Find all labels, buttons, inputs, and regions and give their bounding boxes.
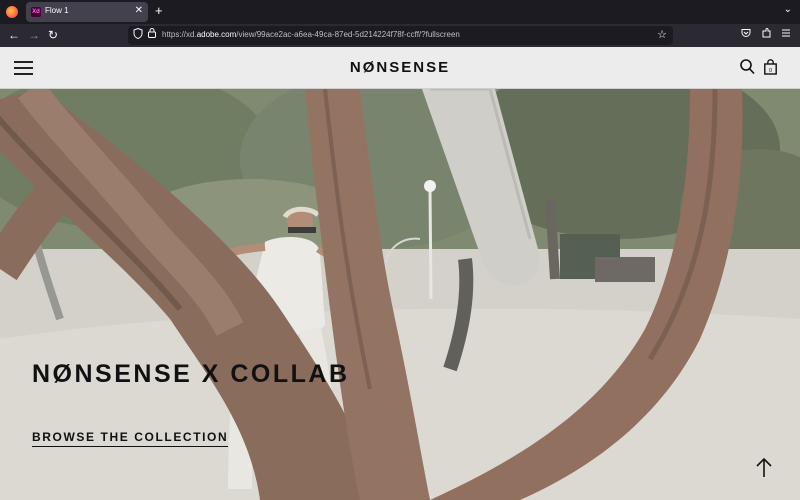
shopping-bag-icon[interactable]: 0 <box>764 59 777 80</box>
extensions-icon[interactable] <box>762 28 772 43</box>
url-bar[interactable]: https://xd.adobe.com/view/99ace2ac-a6ea-… <box>128 26 673 45</box>
site-logo[interactable]: NØNSENSE <box>0 59 800 76</box>
close-icon[interactable]: ✕ <box>135 5 143 17</box>
browse-collection-link[interactable]: BROWSE THE COLLECTION <box>32 430 229 447</box>
xd-favicon-icon: Xd <box>31 7 41 17</box>
hero-section: NØNSENSE X COLLAB BROWSE THE COLLECTION <box>0 89 800 500</box>
forward-arrow-icon[interactable]: → <box>28 27 40 43</box>
reload-icon[interactable]: ↻ <box>48 27 58 43</box>
browser-tab-bar: Xd Flow 1 ✕ + ⌄ <box>0 0 800 24</box>
star-icon[interactable]: ☆ <box>657 28 667 43</box>
hero-title: NØNSENSE X COLLAB <box>32 360 350 388</box>
chevron-down-icon[interactable]: ⌄ <box>784 4 792 15</box>
url-text[interactable]: https://xd.adobe.com/view/99ace2ac-a6ea-… <box>162 30 460 39</box>
site-header: NØNSENSE 0 <box>0 47 800 89</box>
firefox-logo-icon[interactable] <box>6 6 18 18</box>
browser-tab[interactable]: Xd Flow 1 ✕ <box>26 2 148 22</box>
lock-icon[interactable] <box>148 28 156 43</box>
pocket-icon[interactable] <box>741 28 751 43</box>
arrow-up-icon[interactable] <box>754 457 774 479</box>
browser-nav-bar: ← → ↻ https://xd.adobe.com/view/99ace2ac… <box>0 24 800 47</box>
tab-title: Flow 1 <box>45 6 69 15</box>
menu-icon[interactable] <box>781 28 791 43</box>
back-arrow-icon[interactable]: ← <box>8 27 20 43</box>
shield-icon[interactable] <box>133 27 143 44</box>
svg-text:0: 0 <box>769 68 772 74</box>
plus-icon[interactable]: + <box>155 3 163 19</box>
search-icon[interactable] <box>740 59 755 80</box>
